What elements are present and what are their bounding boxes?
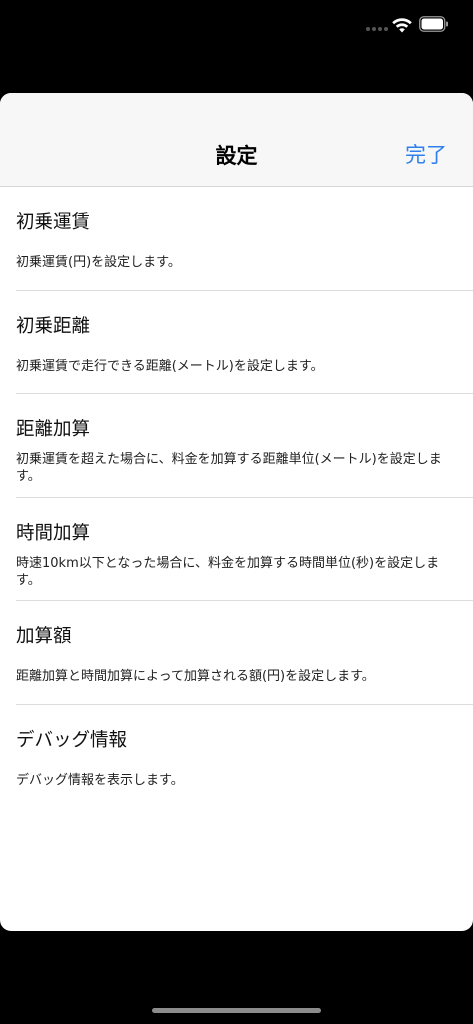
setting-description: 時速10km以下となった場合に、料金を加算する時間単位(秒)を設定します。	[16, 555, 440, 588]
settings-sheet: 設定 完了 初乗運賃 初乗運賃(円)を設定します。 初乗距離 初乗運賃で走行でき…	[0, 93, 473, 931]
home-indicator[interactable]	[152, 1008, 321, 1013]
setting-description: 初乗運賃を超えた場合に、料金を加算する距離単位(メートル)を設定します。	[16, 452, 442, 484]
page-title: 設定	[215, 144, 258, 168]
setting-title: デバッグ情報	[16, 729, 128, 751]
screen: 設定 完了 初乗運賃 初乗運賃(円)を設定します。 初乗距離 初乗運賃で走行でき…	[0, 0, 473, 1024]
setting-title: 時間加算	[16, 522, 91, 544]
done-button[interactable]: 完了	[405, 139, 447, 169]
setting-item-debug-info[interactable]: デバッグ情報 デバッグ情報を表示します。	[0, 705, 473, 809]
settings-list: 初乗運賃 初乗運賃(円)を設定します。 初乗距離 初乗運賃で走行できる距離(メー…	[0, 187, 473, 808]
setting-title: 初乗距離	[16, 315, 91, 337]
navigation-bar: 設定 完了	[0, 93, 473, 187]
setting-item-time-increment[interactable]: 時間加算 時速10km以下となった場合に、料金を加算する時間単位(秒)を設定しま…	[0, 498, 473, 601]
setting-description: デバッグ情報を表示します。	[16, 772, 184, 788]
setting-description: 初乗運賃で走行できる距離(メートル)を設定します。	[16, 358, 324, 374]
setting-title: 加算額	[16, 626, 72, 647]
setting-item-increment-amount[interactable]: 加算額 距離加算と時間加算によって加算される額(円)を設定します。	[0, 601, 473, 705]
wifi-icon	[392, 18, 412, 33]
setting-description: 初乗運賃(円)を設定します。	[16, 255, 181, 270]
status-bar	[0, 0, 473, 50]
setting-title: 距離加算	[16, 419, 91, 440]
setting-description: 距離加算と時間加算によって加算される額(円)を設定します。	[16, 669, 375, 684]
setting-title: 初乗運賃	[16, 212, 91, 233]
setting-item-initial-distance[interactable]: 初乗距離 初乗運賃で走行できる距離(メートル)を設定します。	[0, 291, 473, 394]
setting-item-distance-increment[interactable]: 距離加算 初乗運賃を超えた場合に、料金を加算する距離単位(メートル)を設定します…	[0, 394, 473, 498]
setting-item-initial-fare[interactable]: 初乗運賃 初乗運賃(円)を設定します。	[0, 187, 473, 291]
battery-icon	[419, 16, 448, 32]
cellular-signal-icon	[366, 27, 388, 31]
